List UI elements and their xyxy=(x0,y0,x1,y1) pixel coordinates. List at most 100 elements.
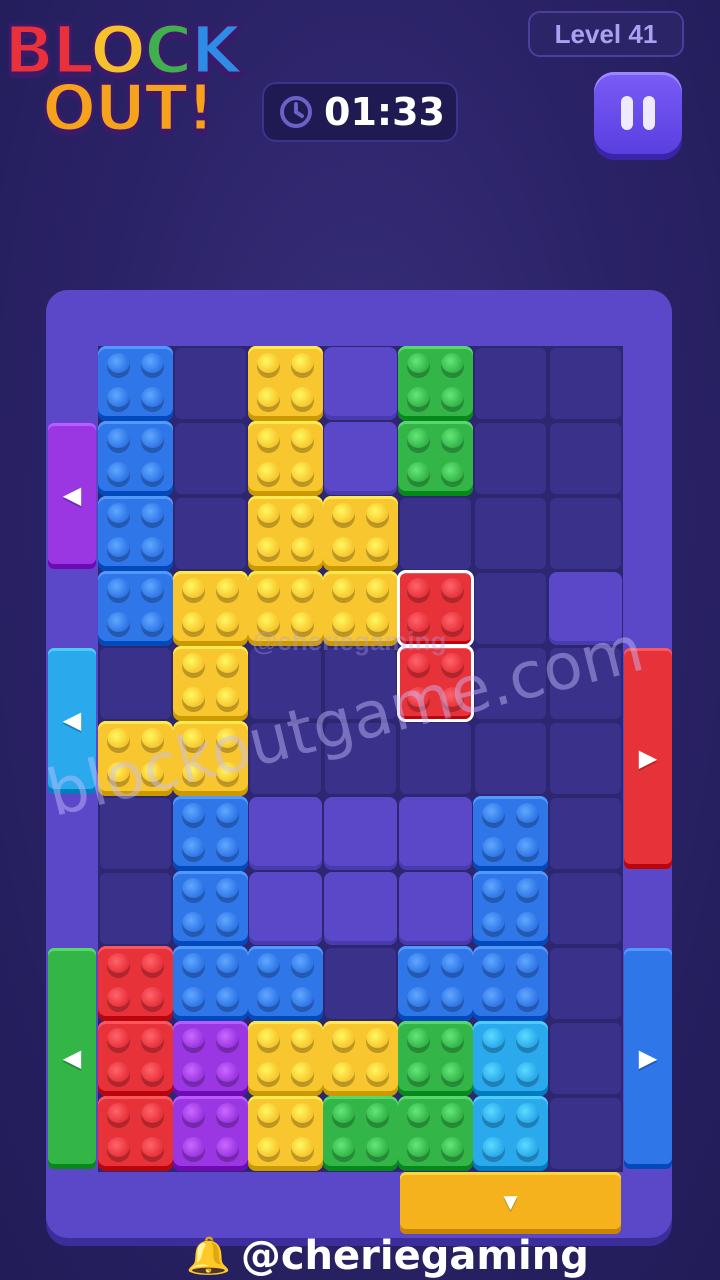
blue-block-cell[interactable] xyxy=(473,946,548,1021)
timer: 01:33 xyxy=(262,82,458,142)
yellow-block-cell[interactable] xyxy=(248,1021,323,1096)
grid-cell xyxy=(550,798,621,869)
stud xyxy=(257,1103,280,1126)
stud xyxy=(141,1137,164,1160)
stud xyxy=(141,953,164,976)
stud xyxy=(291,1103,314,1126)
red-block-cell[interactable] xyxy=(98,1021,173,1096)
grid-cell xyxy=(475,573,546,644)
stud xyxy=(141,987,164,1010)
credit-text: @cheriegaming xyxy=(240,1233,589,1279)
stud xyxy=(182,1137,205,1160)
stud xyxy=(332,537,355,560)
blue-block-cell[interactable] xyxy=(98,346,173,421)
cyan-block-cell[interactable] xyxy=(473,1096,548,1171)
yellow-block-cell[interactable] xyxy=(323,1021,398,1096)
green-block-cell[interactable] xyxy=(398,1096,473,1171)
stud xyxy=(291,578,314,601)
stud xyxy=(257,353,280,376)
stud xyxy=(182,837,205,860)
yellow-block-cell[interactable] xyxy=(323,496,398,571)
stud xyxy=(407,1137,430,1160)
stud xyxy=(182,612,205,635)
stud xyxy=(107,428,130,451)
stud xyxy=(291,353,314,376)
grid-cell xyxy=(475,723,546,794)
stud xyxy=(366,1137,389,1160)
blue-block-cell[interactable] xyxy=(98,496,173,571)
stud xyxy=(441,387,464,410)
stud xyxy=(482,953,505,976)
stud xyxy=(182,953,205,976)
stud xyxy=(182,803,205,826)
stud xyxy=(257,1062,280,1085)
pause-button[interactable] xyxy=(594,72,682,154)
stud xyxy=(441,353,464,376)
stud xyxy=(216,1028,239,1051)
stud xyxy=(216,987,239,1010)
grid-cell xyxy=(325,948,396,1019)
yellow-block-cell[interactable] xyxy=(248,1096,323,1171)
stud xyxy=(257,387,280,410)
stud xyxy=(291,987,314,1010)
purple-block-cell[interactable] xyxy=(173,1021,248,1096)
stud xyxy=(182,1103,205,1126)
watermark-handle: @cheriegaming xyxy=(252,626,447,656)
red-block-cell[interactable] xyxy=(98,946,173,1021)
stud xyxy=(216,1103,239,1126)
stud xyxy=(141,503,164,526)
red-block-cell[interactable] xyxy=(98,1096,173,1171)
stud xyxy=(182,912,205,935)
stud xyxy=(257,578,280,601)
blue-block-cell[interactable] xyxy=(173,946,248,1021)
stud xyxy=(257,462,280,485)
blue-block-cell[interactable] xyxy=(473,871,548,946)
gate-arrow-icon: ▶ xyxy=(638,744,658,772)
stud xyxy=(216,1137,239,1160)
yellow-block-cell[interactable] xyxy=(173,571,248,646)
stud xyxy=(482,1028,505,1051)
stud xyxy=(482,878,505,901)
stud xyxy=(107,578,130,601)
stud xyxy=(107,1137,130,1160)
cyan-block-cell[interactable] xyxy=(473,1021,548,1096)
grid-cell xyxy=(475,423,546,494)
stud xyxy=(366,537,389,560)
yellow-block-cell[interactable] xyxy=(248,421,323,496)
grid-cell xyxy=(100,873,171,944)
blue-block-cell[interactable] xyxy=(398,946,473,1021)
yellow-block-cell[interactable] xyxy=(248,496,323,571)
bell-icon: 🔔 xyxy=(186,1235,231,1276)
blue-block-cell[interactable] xyxy=(248,946,323,1021)
level-indicator: Level 41 xyxy=(528,11,684,57)
stud xyxy=(216,578,239,601)
stud xyxy=(257,1137,280,1160)
green-block-cell[interactable] xyxy=(398,346,473,421)
stud xyxy=(407,387,430,410)
stud xyxy=(441,462,464,485)
wall-block xyxy=(324,422,397,495)
stud xyxy=(516,878,539,901)
stud xyxy=(141,612,164,635)
yellow-block-cell[interactable] xyxy=(248,346,323,421)
green-block-cell[interactable] xyxy=(398,1021,473,1096)
grid-cell xyxy=(550,1023,621,1094)
green-block-cell[interactable] xyxy=(398,421,473,496)
blue-block-cell[interactable] xyxy=(98,421,173,496)
stud xyxy=(182,878,205,901)
blue-block-cell[interactable] xyxy=(173,796,248,871)
blue-block-cell[interactable] xyxy=(173,871,248,946)
stud xyxy=(216,612,239,635)
grid-cell xyxy=(550,423,621,494)
stud xyxy=(107,462,130,485)
blue-block-cell[interactable] xyxy=(98,571,173,646)
green-block-cell[interactable] xyxy=(323,1096,398,1171)
stud xyxy=(182,578,205,601)
gate-arrow-icon: ◀ xyxy=(62,482,82,509)
blue-block-cell[interactable] xyxy=(473,796,548,871)
stud xyxy=(407,1028,430,1051)
gate-arrow-icon: ◀ xyxy=(62,707,82,734)
stud xyxy=(407,578,430,601)
stud xyxy=(107,1028,130,1051)
purple-block-cell[interactable] xyxy=(173,1096,248,1171)
